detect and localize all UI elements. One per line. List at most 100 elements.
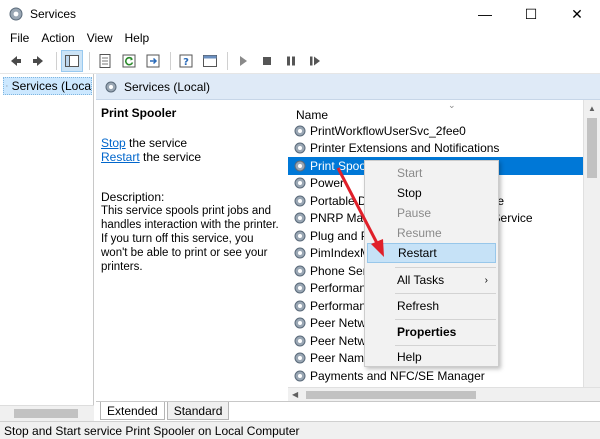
stop-service-button[interactable]: [256, 50, 278, 72]
pause-service-button[interactable]: [280, 50, 302, 72]
refresh-button[interactable]: [118, 50, 140, 72]
panel-header: Services (Local): [96, 74, 600, 100]
menu-view[interactable]: View: [81, 31, 119, 45]
context-menu-restart[interactable]: Restart: [367, 243, 496, 263]
list-horizontal-scrollbar[interactable]: ◀: [288, 387, 600, 401]
show-hide-console-tree-button[interactable]: [61, 49, 83, 72]
stop-service-line: Stop the service: [101, 136, 283, 150]
service-gear-icon: [294, 160, 306, 172]
service-gear-icon: [294, 300, 306, 312]
context-menu-all-tasks[interactable]: All Tasks ›: [367, 270, 496, 290]
context-menu: Start Stop Pause Resume Restart All Task…: [364, 160, 499, 367]
scroll-up-icon[interactable]: ▲: [584, 100, 600, 116]
toolbar-separator: [89, 51, 90, 70]
service-gear-icon: [294, 317, 306, 329]
service-gear-icon: [294, 247, 306, 259]
context-menu-refresh[interactable]: Refresh: [367, 296, 496, 316]
service-gear-icon: [294, 370, 306, 382]
stop-link[interactable]: Stop: [101, 136, 126, 150]
pause-service-icon: [287, 56, 295, 65]
minimize-button[interactable]: —: [462, 0, 508, 28]
service-title: Print Spooler: [101, 106, 177, 120]
close-button[interactable]: ✕: [554, 0, 600, 28]
help-icon: ?: [179, 54, 193, 68]
view-tabs: Extended Standard: [96, 401, 600, 421]
list-scroll-thumb[interactable]: [587, 118, 597, 178]
restart-suffix: the service: [139, 150, 202, 164]
console-icon: [203, 54, 217, 67]
service-gear-icon: [294, 195, 306, 207]
forward-icon: [33, 55, 43, 66]
context-menu-properties[interactable]: Properties: [367, 322, 496, 342]
context-menu-help[interactable]: Help: [367, 347, 496, 367]
export-list-icon: [146, 54, 160, 67]
context-menu-separator: [395, 345, 496, 346]
service-row[interactable]: Payments and NFC/SE Manager: [288, 367, 583, 385]
restart-link[interactable]: Restart: [101, 150, 140, 164]
menu-bar: File Action View Help: [0, 28, 600, 48]
tree-horizontal-scrollbar[interactable]: [0, 405, 94, 421]
help-button[interactable]: ?: [175, 50, 197, 72]
services-gear-icon: [105, 81, 117, 92]
export-list-button[interactable]: [142, 50, 164, 72]
service-row[interactable]: Printer Extensions and Notifications: [288, 140, 583, 158]
context-menu-separator: [395, 293, 496, 294]
title-bar: Services — ☐ ✕: [0, 0, 600, 28]
menu-file[interactable]: File: [4, 31, 35, 45]
properties-button[interactable]: [94, 50, 116, 72]
refresh-icon: [122, 54, 136, 67]
context-menu-separator: [395, 319, 496, 320]
tree-scroll-thumb[interactable]: [14, 409, 78, 418]
toolbar-separator: [56, 51, 57, 70]
service-gear-icon: [294, 282, 306, 294]
console-button[interactable]: [199, 50, 221, 72]
toolbar-separator: [227, 51, 228, 70]
services-app-icon: [9, 7, 23, 21]
submenu-chevron-icon: ›: [484, 274, 488, 286]
list-vertical-scrollbar[interactable]: ▲: [583, 100, 600, 387]
restart-service-button[interactable]: [304, 50, 326, 72]
list-hscroll-thumb[interactable]: [306, 391, 476, 399]
context-menu-pause[interactable]: Pause: [367, 203, 496, 223]
svg-text:?: ?: [183, 57, 189, 68]
properties-icon: [99, 53, 111, 68]
start-service-icon: [240, 55, 247, 66]
panel-header-label: Services (Local): [124, 79, 211, 94]
context-menu-stop[interactable]: Stop: [367, 183, 496, 203]
status-bar: Stop and Start service Print Spooler on …: [0, 421, 600, 439]
service-gear-icon: [294, 335, 306, 347]
description-pane: Print Spooler Stop the service Restart t…: [96, 100, 288, 400]
window-title: Services: [30, 7, 77, 21]
back-icon: [11, 55, 21, 66]
menu-action[interactable]: Action: [35, 31, 80, 45]
back-button[interactable]: [4, 50, 26, 72]
service-gear-icon: [294, 265, 306, 277]
stop-suffix: the service: [125, 136, 188, 150]
service-name: Payments and NFC/SE Manager: [310, 368, 485, 383]
forward-button[interactable]: [28, 50, 50, 72]
menu-help[interactable]: Help: [119, 31, 156, 45]
console-tree: Services (Loca: [0, 74, 94, 421]
service-gear-icon: [294, 177, 306, 189]
tab-extended[interactable]: Extended: [100, 402, 165, 420]
context-menu-separator: [395, 267, 496, 268]
column-header-name[interactable]: Name ⌄: [288, 100, 583, 122]
tab-standard[interactable]: Standard: [166, 402, 230, 420]
tree-item-services-local[interactable]: Services (Loca: [3, 77, 92, 95]
service-gear-icon: [294, 352, 306, 364]
status-text: Stop and Start service Print Spooler on …: [4, 423, 300, 438]
column-name-label: Name: [296, 108, 329, 122]
restart-service-line: Restart the service: [101, 150, 283, 164]
service-gear-icon: [294, 230, 306, 242]
maximize-button[interactable]: ☐: [508, 0, 554, 28]
scroll-left-icon[interactable]: ◀: [292, 390, 298, 399]
context-menu-start[interactable]: Start: [367, 163, 496, 183]
toolbar: ?: [0, 48, 600, 74]
service-row[interactable]: PrintWorkflowUserSvc_2fee0: [288, 122, 583, 140]
start-service-button[interactable]: [232, 50, 254, 72]
toolbar-separator: [170, 51, 171, 70]
tree-item-label: Services (Loca: [11, 79, 91, 93]
service-gear-icon: [294, 125, 306, 137]
sort-arrow-icon: ⌄: [448, 100, 456, 110]
context-menu-resume[interactable]: Resume: [367, 223, 496, 243]
